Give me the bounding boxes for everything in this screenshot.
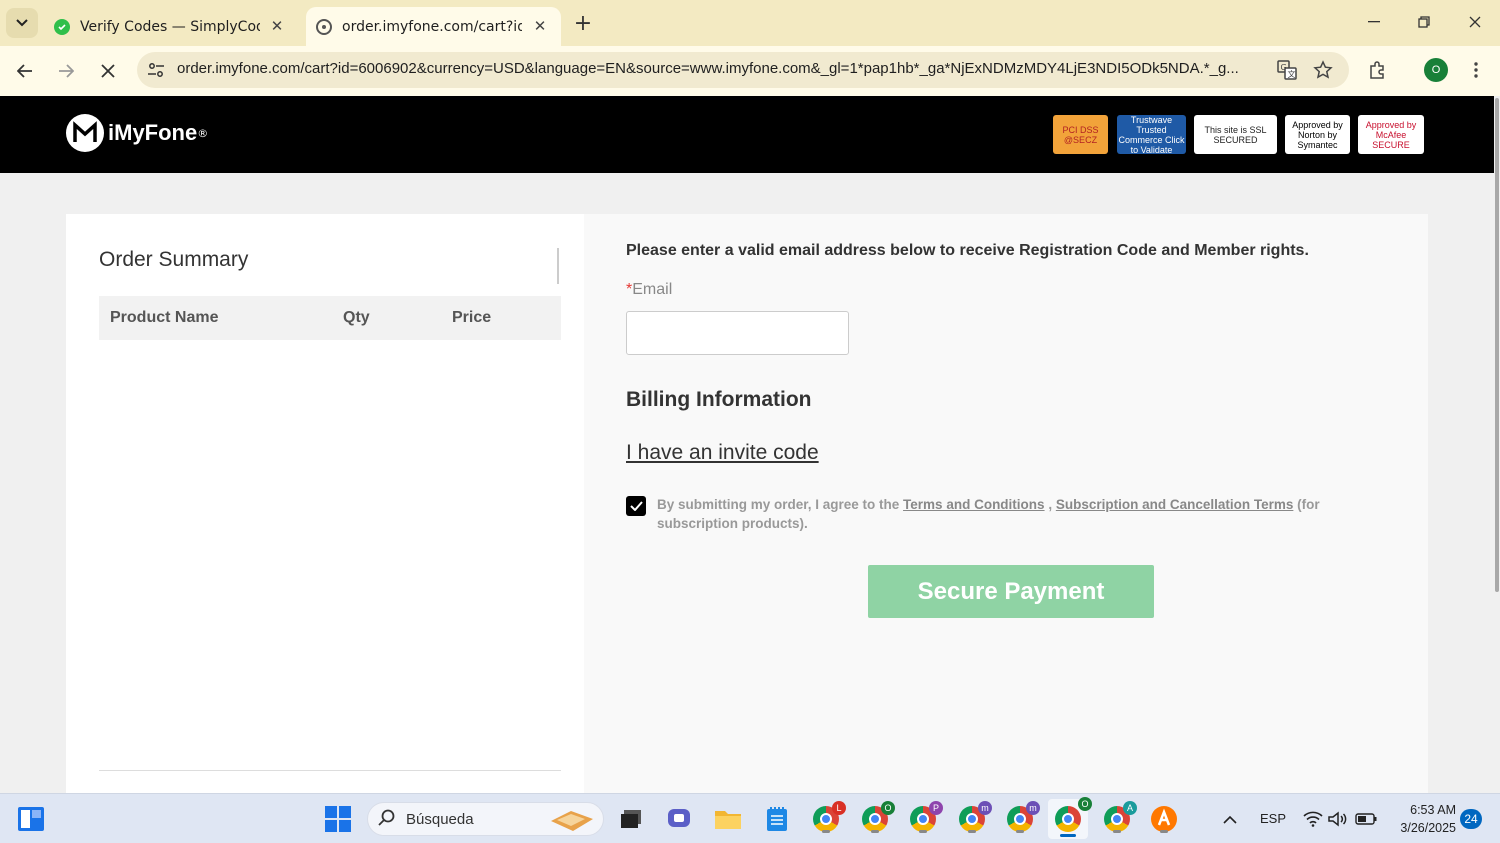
simplycodes-favicon-icon: [54, 18, 70, 35]
chrome-profile-icon-active[interactable]: O: [1048, 797, 1092, 839]
page-scrollbar[interactable]: [1494, 96, 1500, 793]
mcafee-badge[interactable]: Approved by McAfee SECURE: [1358, 115, 1424, 154]
svg-text:文: 文: [1288, 69, 1296, 79]
logo-registered-mark: ®: [197, 126, 209, 140]
terms-and-conditions-link[interactable]: Terms and Conditions: [903, 497, 1045, 512]
new-tab-plus-icon[interactable]: +: [570, 10, 596, 36]
notification-count-badge[interactable]: 24: [1460, 809, 1482, 829]
scrollbar-thumb[interactable]: [1495, 98, 1499, 592]
column-product-name: Product Name: [110, 309, 219, 326]
email-instructions: Please enter a valid email address below…: [626, 242, 1309, 259]
chevron-down-icon: [16, 19, 28, 27]
close-tab-icon[interactable]: ✕: [531, 17, 549, 35]
start-windows-icon[interactable]: [322, 803, 354, 835]
loading-favicon-icon: [316, 18, 332, 35]
trustwave-badge[interactable]: Trustwave Trusted Commerce Click to Vali…: [1117, 115, 1186, 155]
agree-terms-text: By submitting my order, I agree to the T…: [657, 497, 1320, 531]
stop-loading-icon[interactable]: [93, 56, 123, 86]
secure-payment-button[interactable]: Secure Payment: [868, 565, 1154, 618]
windows-taskbar: Búsqueda L O P m m O A ESP 6:53 AM 3/26/…: [0, 793, 1500, 843]
browser-tab-strip: Verify Codes — SimplyCodes ✕ order.imyfo…: [0, 0, 1500, 46]
ssl-secured-badge[interactable]: This site is SSL SECURED: [1194, 115, 1277, 154]
chrome-profile-icon[interactable]: P: [907, 801, 943, 835]
invite-code-link[interactable]: I have an invite code: [626, 441, 819, 465]
teams-chat-icon[interactable]: [664, 803, 696, 835]
divider: [99, 770, 561, 771]
notepad-icon[interactable]: [761, 803, 793, 835]
checkmark-icon: [629, 501, 643, 511]
browser-toolbar: order.imyfone.com/cart?id=6006902&curren…: [0, 46, 1500, 96]
imyfone-logo-icon: [66, 114, 104, 152]
file-explorer-icon[interactable]: [712, 803, 744, 835]
site-header: iMyFone ® PCI DSS @SECZ Trustwave Truste…: [0, 96, 1494, 173]
widgets-icon[interactable]: [15, 803, 47, 835]
tab-title: Verify Codes — SimplyCodes: [80, 18, 260, 35]
restore-icon[interactable]: [1409, 8, 1439, 36]
chrome-profile-icon[interactable]: m: [956, 801, 992, 835]
search-highlight-icon: [547, 807, 597, 837]
email-label: *Email: [626, 281, 673, 298]
input-language-indicator[interactable]: ESP: [1260, 811, 1286, 826]
address-bar[interactable]: order.imyfone.com/cart?id=6006902&curren…: [137, 52, 1349, 88]
imyfone-logo[interactable]: iMyFone ®: [66, 114, 208, 152]
chrome-profile-icon[interactable]: A: [1101, 801, 1137, 835]
pci-dss-badge[interactable]: PCI DSS @SECZ: [1053, 115, 1108, 154]
extensions-puzzle-icon[interactable]: [1366, 58, 1390, 82]
site-settings-icon[interactable]: [147, 61, 165, 83]
more-menu-icon[interactable]: [1464, 58, 1488, 82]
profile-avatar[interactable]: O: [1424, 58, 1448, 82]
clock-date: 3/26/2025: [1400, 821, 1456, 835]
subscription-terms-link[interactable]: Subscription and Cancellation Terms: [1056, 497, 1294, 512]
divider: [557, 248, 559, 284]
minimize-icon[interactable]: [1359, 8, 1389, 36]
tab-imyfone-order[interactable]: order.imyfone.com/cart?id=600 ✕: [306, 7, 561, 46]
order-table-header: Product Name Qty Price: [99, 296, 561, 340]
battery-icon[interactable]: [1350, 803, 1382, 835]
back-arrow-icon[interactable]: [10, 56, 40, 86]
checkout-form-panel: Please enter a valid email address below…: [584, 214, 1428, 793]
checkout-card: Order Summary Product Name Qty Price Ple…: [66, 214, 1428, 793]
system-clock[interactable]: 6:53 AM 3/26/2025: [1390, 801, 1456, 837]
email-field[interactable]: [626, 311, 849, 355]
close-window-icon[interactable]: [1460, 8, 1490, 36]
chrome-profile-icon[interactable]: m: [1004, 801, 1040, 835]
tab-search-button[interactable]: [6, 8, 38, 38]
column-qty: Qty: [343, 309, 370, 326]
chrome-profile-icon[interactable]: O: [859, 801, 895, 835]
column-price: Price: [452, 309, 492, 326]
translate-icon[interactable]: G文: [1275, 58, 1299, 82]
show-hidden-icons-chevron-icon[interactable]: [1214, 803, 1246, 835]
agree-terms-checkbox[interactable]: [626, 496, 646, 516]
tab-title: order.imyfone.com/cart?id=600: [342, 18, 522, 35]
avast-icon[interactable]: [1148, 803, 1180, 835]
tab-simplycodes[interactable]: Verify Codes — SimplyCodes ✕: [44, 7, 298, 46]
forward-arrow-icon[interactable]: [51, 56, 81, 86]
chrome-profile-icon[interactable]: L: [810, 801, 846, 835]
order-summary-panel: Order Summary Product Name Qty Price: [66, 214, 584, 793]
close-tab-icon[interactable]: ✕: [268, 17, 286, 35]
order-summary-title: Order Summary: [99, 248, 249, 271]
norton-badge[interactable]: Approved by Norton by Symantec: [1285, 115, 1350, 154]
clock-time: 6:53 AM: [1410, 803, 1456, 817]
search-icon: [378, 808, 396, 830]
search-label: Búsqueda: [406, 810, 474, 828]
billing-information-heading: Billing Information: [626, 388, 812, 411]
url-text: order.imyfone.com/cart?id=6006902&curren…: [177, 60, 1239, 77]
bookmark-star-icon[interactable]: [1311, 58, 1335, 82]
logo-text: iMyFone: [108, 120, 198, 145]
task-view-icon[interactable]: [615, 803, 647, 835]
taskbar-search-input[interactable]: Búsqueda: [367, 802, 604, 836]
